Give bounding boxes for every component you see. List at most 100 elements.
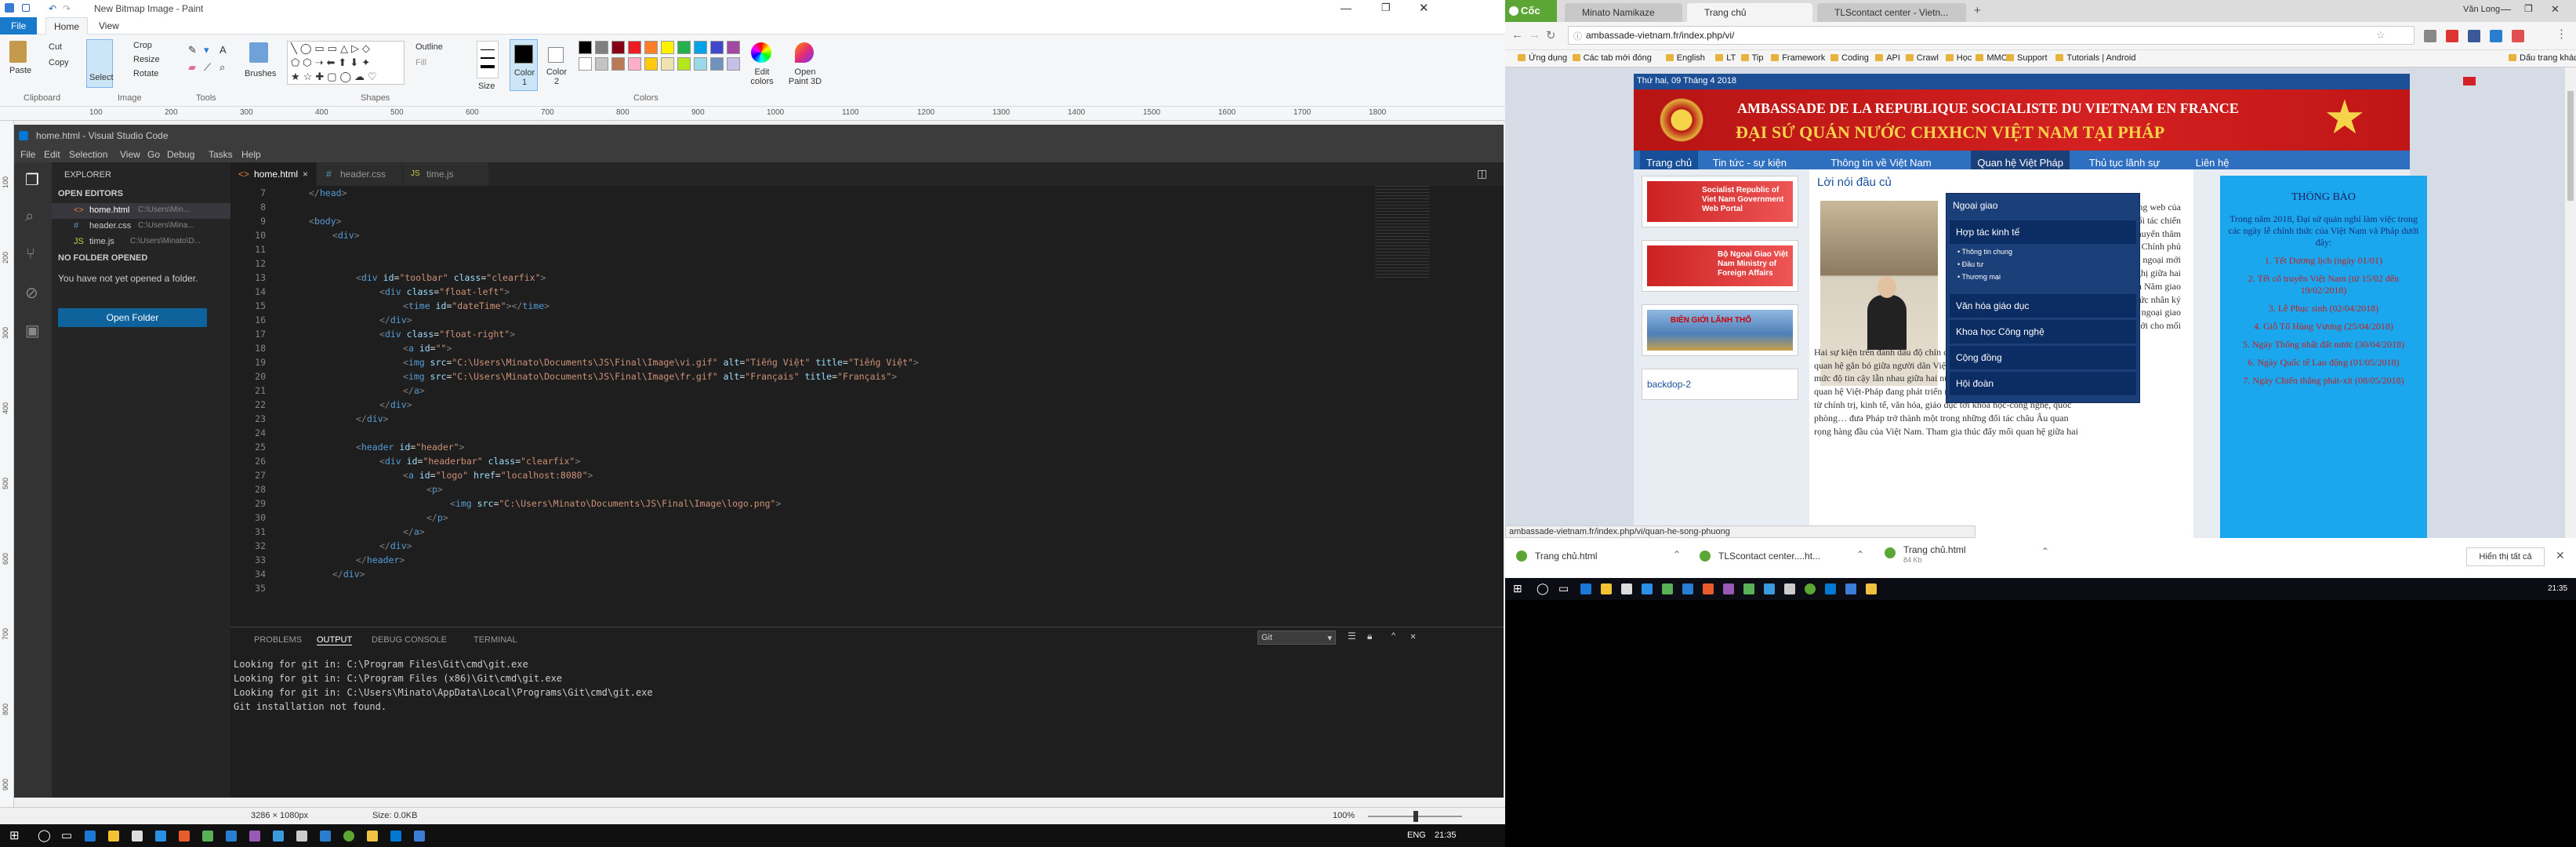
bookmark-item[interactable]: Học bbox=[1945, 53, 1972, 63]
bookmark-star-icon[interactable]: ☆ bbox=[2376, 29, 2386, 42]
open-file-item[interactable]: # header.css C:\Users\Mina... bbox=[52, 219, 230, 234]
tab-home-html[interactable]: <> home.html × bbox=[230, 162, 317, 186]
extension-icon[interactable] bbox=[2490, 30, 2502, 42]
search-icon[interactable]: ◯ bbox=[1537, 582, 1549, 595]
dropdown-item[interactable]: Ngoại giao bbox=[1947, 194, 2139, 217]
language-indicator[interactable]: ENG bbox=[1407, 831, 1426, 840]
clear-output-icon[interactable]: ☰ bbox=[1348, 631, 1356, 642]
palette-swatch[interactable] bbox=[661, 41, 674, 54]
search-icon[interactable]: ⌕ bbox=[25, 208, 34, 226]
coccoc-taskbar-icon[interactable] bbox=[1805, 583, 1816, 594]
mail-icon[interactable] bbox=[132, 831, 143, 842]
file-explorer-icon[interactable] bbox=[108, 831, 119, 842]
dropdown-item[interactable]: Cộng đồng bbox=[1950, 346, 2136, 369]
palette-swatch[interactable] bbox=[677, 41, 691, 54]
redo-icon[interactable]: ↷ bbox=[63, 3, 71, 14]
close-icon[interactable]: ✕ bbox=[1419, 1, 1429, 15]
copy-button[interactable]: Copy bbox=[49, 58, 69, 67]
undo-icon[interactable]: ↶ bbox=[49, 3, 56, 14]
palette-swatch[interactable] bbox=[628, 57, 641, 71]
panel-tab-problems[interactable]: PROBLEMS bbox=[254, 635, 302, 645]
magnifier-icon[interactable]: ⌕ bbox=[220, 61, 225, 74]
palette-swatch[interactable] bbox=[644, 57, 658, 71]
store-icon[interactable] bbox=[1642, 583, 1653, 594]
palette-swatch[interactable] bbox=[595, 57, 608, 71]
task-view-icon[interactable]: ▭ bbox=[1558, 582, 1569, 595]
browser-brand[interactable]: Cốc Cốc bbox=[1505, 0, 1557, 38]
reload-icon[interactable]: ↻ bbox=[1546, 28, 1556, 42]
bookmark-item[interactable]: Ứng dụng bbox=[1518, 53, 1567, 63]
app-icon[interactable] bbox=[1764, 583, 1775, 594]
no-folder-header[interactable]: NO FOLDER OPENED bbox=[58, 253, 147, 263]
close-icon[interactable]: ✕ bbox=[2551, 3, 2560, 16]
chevron-up-icon[interactable]: ⌃ bbox=[2041, 546, 2049, 557]
zoom-slider[interactable] bbox=[1368, 811, 1462, 822]
bookmark-item[interactable]: Support bbox=[2006, 53, 2048, 63]
minimize-icon[interactable]: — bbox=[2501, 3, 2511, 15]
submenu-item[interactable]: • Đầu tư bbox=[1957, 258, 2114, 271]
outline-button[interactable]: Outline bbox=[415, 42, 443, 52]
size-icon[interactable] bbox=[477, 41, 499, 78]
start-icon[interactable]: ⊞ bbox=[1513, 582, 1522, 595]
app-icon[interactable] bbox=[1784, 583, 1795, 594]
palette-swatch[interactable] bbox=[677, 57, 691, 71]
extension-icon[interactable] bbox=[2446, 30, 2458, 42]
palette-swatch[interactable] bbox=[611, 57, 625, 71]
resize-button[interactable]: Resize bbox=[133, 55, 160, 64]
palette-swatch[interactable] bbox=[595, 41, 608, 54]
bookmark-item[interactable]: Dấu trang khác bbox=[2509, 53, 2576, 63]
nav-item[interactable]: Tin tức - sự kiện bbox=[1713, 157, 1787, 169]
app-icon[interactable] bbox=[1703, 583, 1714, 594]
chevron-up-icon[interactable]: ⌃ bbox=[1673, 549, 1681, 560]
menu-go[interactable]: Go bbox=[147, 149, 160, 160]
palette-swatch[interactable] bbox=[694, 57, 707, 71]
vscode-taskbar-icon[interactable] bbox=[390, 831, 401, 842]
paste-button[interactable]: Paste bbox=[9, 66, 31, 75]
palette-swatch[interactable] bbox=[727, 41, 740, 54]
palette-swatch[interactable] bbox=[579, 57, 592, 71]
panel-close-icon[interactable]: ✕ bbox=[1410, 631, 1416, 642]
menu-debug[interactable]: Debug bbox=[167, 149, 194, 160]
menu-icon[interactable]: ⋮ bbox=[2556, 27, 2567, 41]
palette-swatch[interactable] bbox=[661, 57, 674, 71]
clock[interactable]: 21:35 bbox=[1435, 831, 1457, 840]
palette-swatch[interactable] bbox=[727, 57, 740, 71]
task-view-icon[interactable]: ▭ bbox=[61, 828, 72, 842]
dropdown-item[interactable]: Hội đoàn bbox=[1950, 372, 2136, 395]
panel-tab-terminal[interactable]: TERMINAL bbox=[473, 635, 517, 645]
browser-tab[interactable]: TLScontact center - Vietn... bbox=[1817, 3, 1966, 22]
app-icon[interactable] bbox=[1723, 583, 1734, 594]
crop-button[interactable]: Crop bbox=[133, 41, 152, 50]
bookmark-item[interactable]: English bbox=[1665, 53, 1705, 63]
app-icon[interactable] bbox=[226, 831, 237, 842]
output-channel-select[interactable]: Git ▾ bbox=[1257, 631, 1336, 645]
palette-swatch[interactable] bbox=[611, 41, 625, 54]
color2-button[interactable]: Color 2 bbox=[542, 39, 571, 91]
chevron-up-icon[interactable]: ⌃ bbox=[1856, 549, 1864, 560]
menu-file[interactable]: File bbox=[20, 149, 35, 160]
open-editors-header[interactable]: OPEN EDITORS bbox=[58, 189, 123, 198]
download-item[interactable]: TLScontact center....ht... ⌃ bbox=[1700, 546, 1872, 569]
select-button[interactable]: Select bbox=[86, 39, 114, 88]
tab-header-css[interactable]: # header.css bbox=[317, 162, 403, 186]
bookmark-item[interactable]: API bbox=[1875, 53, 1900, 63]
app-icon[interactable] bbox=[320, 831, 331, 842]
submenu-item[interactable]: • Thông tin chung bbox=[1957, 245, 2114, 258]
edge-icon[interactable] bbox=[1580, 583, 1591, 594]
open-folder-button[interactable]: Open Folder bbox=[58, 308, 207, 327]
code-editor[interactable]: 7 </head> 8 9 <body> 10 <div> 11 12 13 <div id="to… bbox=[230, 186, 1504, 625]
app-icon[interactable] bbox=[296, 831, 307, 842]
save-icon[interactable] bbox=[22, 4, 30, 12]
lock-icon[interactable]: 🔒︎ bbox=[1367, 631, 1372, 642]
bookmark-item[interactable]: Tip bbox=[1740, 53, 1763, 63]
open-file-item[interactable]: <> home.html C:\Users\Min... bbox=[52, 203, 230, 219]
file-tab[interactable]: File bbox=[0, 17, 38, 35]
start-icon[interactable]: ⊞ bbox=[9, 828, 20, 842]
article-title[interactable]: Lời nói đầu củ bbox=[1817, 176, 1892, 189]
palette-swatch[interactable] bbox=[710, 41, 724, 54]
app-icon[interactable] bbox=[273, 831, 284, 842]
shapes-gallery[interactable]: ╲◯▭▭△▷◇ ⬠⬡➝⬅⬆⬇✦ ★☆✚▢◯☁♡ bbox=[287, 41, 405, 85]
panel-tab-debug-console[interactable]: DEBUG CONSOLE bbox=[372, 635, 447, 645]
minimap[interactable] bbox=[1375, 186, 1430, 280]
edit-colors-button[interactable]: Edit colors bbox=[746, 67, 778, 86]
